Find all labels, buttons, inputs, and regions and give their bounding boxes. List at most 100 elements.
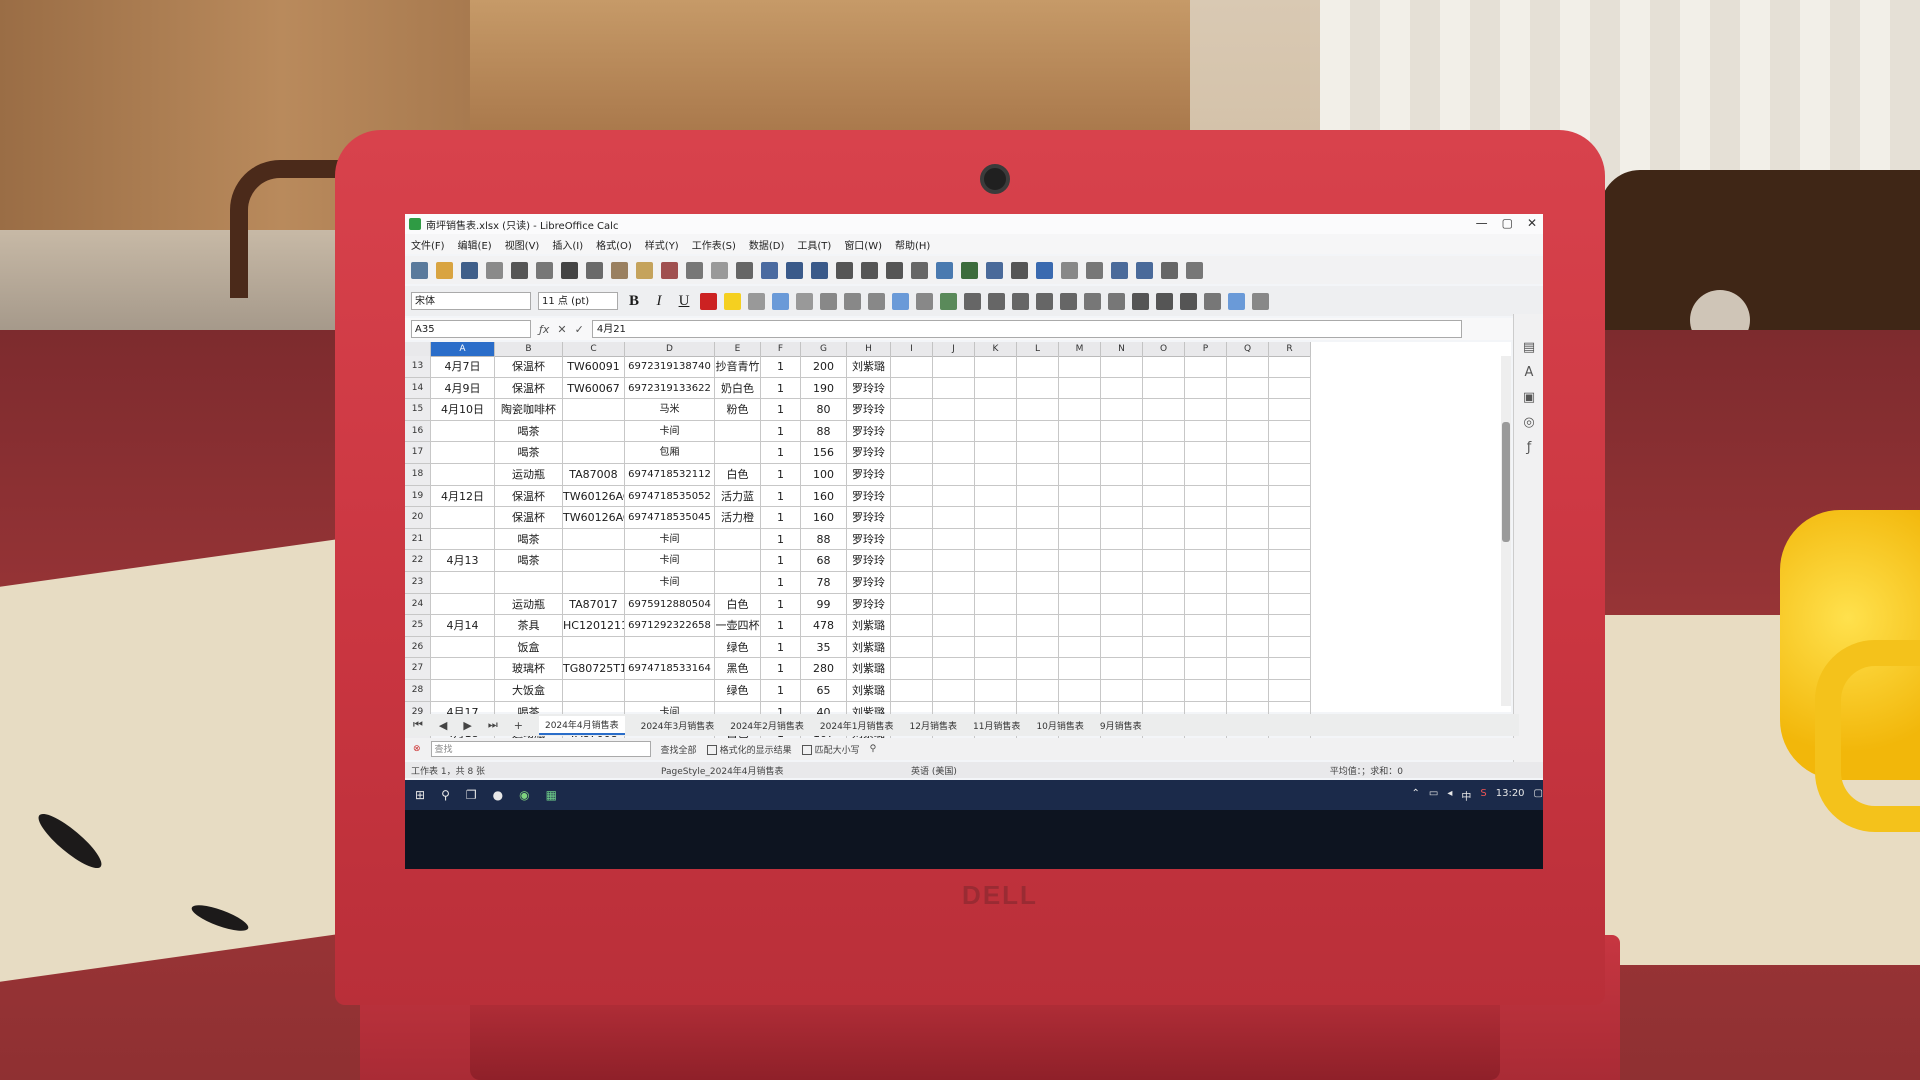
table-cell[interactable] (933, 442, 975, 464)
text-vertical-icon[interactable] (1252, 292, 1269, 310)
row-header[interactable]: 26 (405, 636, 431, 659)
table-cell[interactable]: 280 (801, 658, 847, 680)
table-cell[interactable] (1059, 399, 1101, 421)
table-cell[interactable] (891, 442, 933, 464)
table-cell[interactable]: 罗玲玲 (847, 485, 891, 508)
table-cell[interactable] (1017, 593, 1059, 616)
table-cell[interactable] (933, 356, 975, 378)
table-cell[interactable] (933, 550, 975, 572)
table-cell[interactable] (1185, 463, 1227, 486)
menu-file[interactable]: 文件(F) (411, 237, 445, 252)
formatted-display-option[interactable]: 格式化的显示结果 (706, 743, 792, 756)
table-cell[interactable]: 喝茶 (495, 550, 563, 572)
table-cell[interactable] (975, 377, 1017, 400)
table-cell[interactable]: 1 (761, 399, 801, 421)
table-cell[interactable]: 6972319138740 (625, 356, 715, 378)
row-header[interactable]: 28 (405, 679, 431, 702)
table-cell[interactable]: 6974718533164 (625, 658, 715, 680)
table-cell[interactable]: 4月13 (431, 550, 495, 572)
table-cell[interactable] (891, 399, 933, 421)
table-cell[interactable] (1059, 356, 1101, 378)
table-cell[interactable] (1269, 420, 1311, 443)
network-icon[interactable]: ▭ (1429, 788, 1438, 803)
table-cell[interactable]: 绿色 (715, 636, 761, 659)
table-cell[interactable] (933, 420, 975, 443)
table-cell[interactable]: TW60126AC (563, 507, 625, 529)
table-cell[interactable] (975, 442, 1017, 464)
split-window-icon[interactable] (1161, 261, 1178, 279)
column-header[interactable]: L (1017, 342, 1059, 356)
column-header[interactable]: M (1059, 342, 1101, 356)
table-cell[interactable] (1101, 571, 1143, 594)
table-cell[interactable] (1017, 679, 1059, 702)
menu-insert[interactable]: 插入(I) (552, 237, 583, 252)
font-color-icon[interactable] (700, 292, 717, 310)
date-format-icon[interactable] (1012, 292, 1029, 310)
table-cell[interactable]: 156 (801, 442, 847, 464)
table-cell[interactable]: 保温杯 (495, 377, 563, 400)
table-cell[interactable] (975, 507, 1017, 529)
table-cell[interactable] (1101, 356, 1143, 378)
table-cell[interactable] (1227, 571, 1269, 594)
table-cell[interactable] (975, 658, 1017, 680)
table-cell[interactable] (1059, 420, 1101, 443)
percent-format-icon[interactable] (964, 292, 981, 310)
underline-button[interactable]: U (675, 293, 693, 310)
column-header[interactable]: R (1269, 342, 1311, 356)
sheet-tab[interactable]: 2024年2月销售表 (730, 719, 804, 732)
table-cell[interactable] (563, 550, 625, 572)
column-header[interactable]: K (975, 342, 1017, 356)
header-footer-icon[interactable] (1086, 261, 1103, 279)
table-cell[interactable] (975, 571, 1017, 594)
row-header[interactable]: 13 (405, 356, 431, 378)
table-cell[interactable]: 6971292322658 (625, 615, 715, 637)
row-header[interactable]: 21 (405, 528, 431, 551)
column-header[interactable]: B (495, 342, 563, 356)
table-cell[interactable]: 1 (761, 463, 801, 486)
table-cell[interactable] (1059, 593, 1101, 616)
row-header[interactable]: 16 (405, 420, 431, 443)
sheet-tab[interactable]: 11月销售表 (973, 719, 1020, 732)
table-cell[interactable] (431, 507, 495, 529)
table-cell[interactable] (431, 442, 495, 464)
merge-cells-icon[interactable] (844, 292, 861, 310)
wechat-icon[interactable]: ◉ (519, 788, 529, 802)
table-cell[interactable] (891, 615, 933, 637)
font-size-box[interactable]: 11 点 (pt) (538, 292, 618, 310)
table-cell[interactable]: 玻璃杯 (495, 658, 563, 680)
find-search-icon[interactable]: ⚲ (870, 744, 877, 754)
align-center-icon[interactable] (772, 292, 789, 310)
sort-icon[interactable] (836, 261, 853, 279)
table-cell[interactable] (625, 636, 715, 659)
print-icon[interactable] (511, 261, 528, 279)
table-cell[interactable] (1227, 593, 1269, 616)
table-cell[interactable]: 活力橙 (715, 507, 761, 529)
table-cell[interactable] (975, 636, 1017, 659)
table-cell[interactable] (431, 463, 495, 486)
table-cell[interactable]: 88 (801, 528, 847, 551)
sogou-icon[interactable]: S (1480, 788, 1486, 803)
column-header[interactable]: P (1185, 342, 1227, 356)
table-cell[interactable] (891, 658, 933, 680)
table-cell[interactable] (891, 485, 933, 508)
table-cell[interactable] (1143, 420, 1185, 443)
table-cell[interactable]: 罗玲玲 (847, 571, 891, 594)
table-cell[interactable] (1269, 593, 1311, 616)
table-cell[interactable] (1017, 636, 1059, 659)
menu-view[interactable]: 视图(V) (505, 237, 540, 252)
table-cell[interactable]: 1 (761, 636, 801, 659)
prev-sheet-icon[interactable]: ◀ (439, 719, 447, 732)
table-cell[interactable] (1017, 528, 1059, 551)
menu-help[interactable]: 帮助(H) (895, 237, 930, 252)
table-cell[interactable] (1269, 399, 1311, 421)
print-preview-icon[interactable] (536, 261, 553, 279)
close-find-icon[interactable]: ⊗ (413, 744, 421, 754)
accept-icon[interactable]: ✓ (575, 323, 584, 336)
table-cell[interactable] (1227, 615, 1269, 637)
table-cell[interactable]: 黑色 (715, 658, 761, 680)
clock[interactable]: 13:20 (1496, 788, 1525, 803)
table-cell[interactable] (1227, 550, 1269, 572)
table-cell[interactable]: 1 (761, 377, 801, 400)
freeze-rows-icon[interactable] (1136, 261, 1153, 279)
table-cell[interactable]: 罗玲玲 (847, 550, 891, 572)
